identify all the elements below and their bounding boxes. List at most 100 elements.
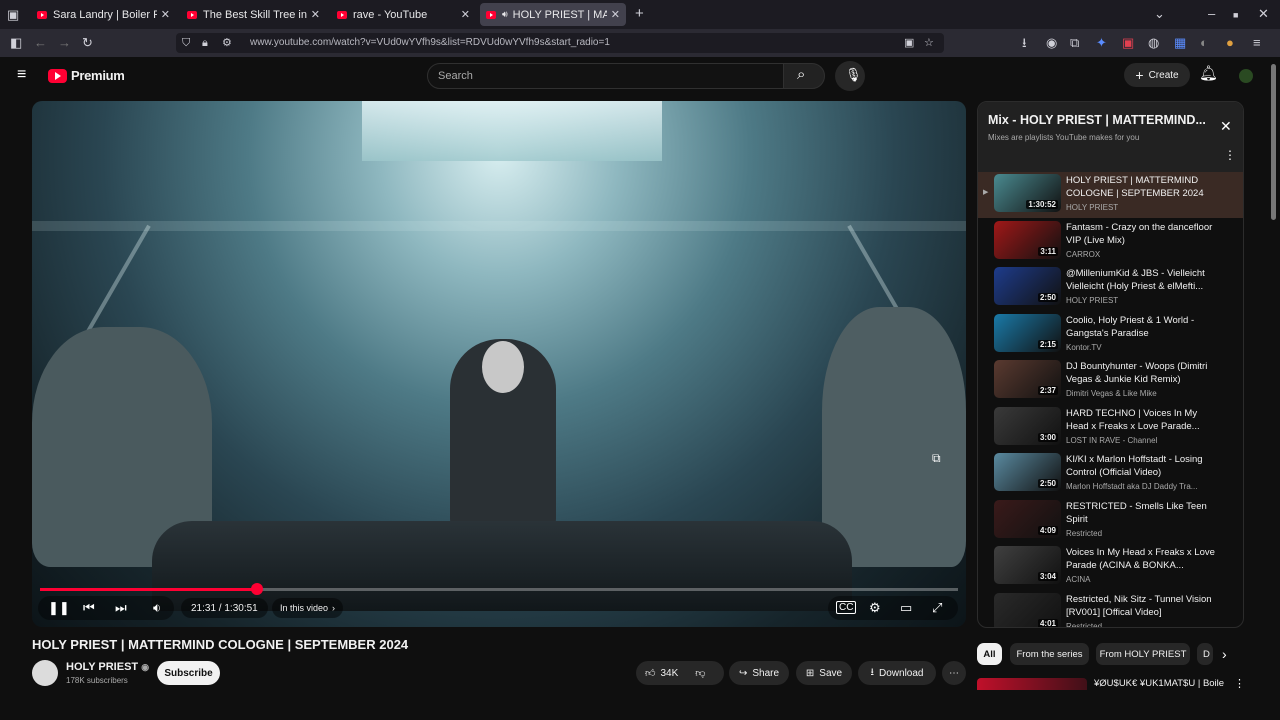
dislike-icon[interactable]: 👎︎ (695, 667, 705, 679)
playlist-item[interactable]: 2:15 Coolio, Holy Priest & 1 World - Gang… (978, 312, 1243, 358)
chip-from-channel[interactable]: From HOLY PRIEST (1096, 643, 1190, 665)
next-video-title[interactable]: ¥ØU$UK€ ¥UK1MAT$U | Boiler (1094, 678, 1224, 689)
bookmark-star-icon[interactable]: ☆ (924, 36, 934, 50)
permissions-icon[interactable]: ⚙ (222, 36, 232, 50)
playlist-thumbnail[interactable]: 2:15 (994, 313, 1061, 352)
extension-mask-icon[interactable]: ◍ (1148, 36, 1159, 50)
playlist-item[interactable]: 3:04 Voices In My Head x Freaks x Love Pa… (978, 544, 1243, 590)
playlist-item[interactable]: 2:50 KI/KI x Marlon Hoffstadt - Losing Co… (978, 451, 1243, 497)
more-vertical-icon[interactable]: ⋮ (1224, 148, 1236, 162)
chevron-right-icon[interactable]: › (1222, 647, 1227, 661)
like-count[interactable]: 34K (660, 668, 678, 679)
window-close-icon[interactable]: ✕ (1258, 7, 1269, 21)
channel-name[interactable]: HOLY PRIEST ◉ (66, 661, 149, 673)
extensions-puzzle-icon[interactable]: ⧉ (1070, 36, 1079, 50)
playlist-item-title: Restricted, Nik Sitz - Tunnel Vision [RV… (1066, 593, 1212, 618)
subscribe-button[interactable]: Subscribe (157, 661, 220, 685)
playlist-thumbnail[interactable]: 2:50 (994, 267, 1061, 305)
playlist-title[interactable]: Mix - HOLY PRIEST | MATTERMIND... (988, 113, 1210, 127)
chip-partial[interactable]: D (1197, 643, 1213, 665)
browser-tab-active[interactable]: 🔊︎ HOLY PRIEST | MATTER ✕ (480, 3, 626, 26)
tab-close-icon[interactable]: ✕ (461, 8, 470, 21)
playlist-thumbnail[interactable]: 2:37 (994, 360, 1061, 398)
voice-search-button[interactable]: 🎙︎ (835, 61, 865, 91)
search-input[interactable]: Search (427, 63, 784, 89)
downloads-icon[interactable]: ⭳ (1022, 36, 1027, 50)
playlist-item[interactable]: 3:00 HARD TECHNO | Voices In My Head x Fr… (978, 405, 1243, 451)
pause-icon[interactable]: ❚❚ (48, 601, 70, 615)
search-button[interactable]: ⌕ (783, 63, 825, 89)
settings-gear-icon[interactable]: ⚙ (869, 601, 881, 615)
browser-tab-bar: ▣ Sara Landry | Boiler Room: ✕ The Best … (0, 0, 1280, 29)
close-icon[interactable]: ✕ (1220, 119, 1232, 133)
speaker-icon[interactable]: 🔊︎ (502, 9, 508, 20)
youtube-premium-logo[interactable]: Premium (48, 68, 125, 83)
menu-icon[interactable]: ≡ (1253, 36, 1261, 50)
minimize-icon[interactable]: – (1208, 7, 1215, 21)
playlist-item-now-playing[interactable]: ▶ 1:30:52 HOLY PRIEST | MATTERMIND COLOGNE… (978, 172, 1243, 218)
playlist-thumbnail[interactable]: 1:30:52 (994, 174, 1061, 212)
tab-close-icon[interactable]: ✕ (311, 8, 320, 21)
playlist-thumbnail[interactable]: 3:11 (994, 220, 1061, 259)
chip-all[interactable]: All (977, 643, 1002, 665)
tab-overview-icon[interactable]: ▣ (7, 8, 19, 22)
extension-translate-icon[interactable]: ▦ (1174, 36, 1186, 50)
channel-avatar[interactable] (32, 660, 58, 686)
sidebar-toggle-icon[interactable]: ◧ (10, 36, 22, 50)
playlist-item[interactable]: 4:01 Restricted, Nik Sitz - Tunnel Vision… (978, 591, 1243, 627)
download-button[interactable]: ⭳ Download (858, 661, 936, 685)
account-avatar[interactable] (1239, 69, 1253, 83)
playlist-item[interactable]: 2:50 @MilleniumKid & JBS - Vielleicht Vie… (978, 265, 1243, 311)
video-player[interactable]: ⧉ (32, 101, 966, 627)
lock-icon[interactable]: 🔒︎ (202, 36, 208, 50)
next-icon[interactable]: ⏭︎ (115, 601, 127, 615)
extension-speaker-icon[interactable]: ◐ (1200, 36, 1208, 50)
playlist-item[interactable]: 2:37 DJ Bountyhunter - Woops (Dimitri Veg… (978, 358, 1243, 404)
playlist-thumbnail[interactable]: 4:01 (994, 592, 1061, 627)
tab-close-icon[interactable]: ✕ (161, 8, 170, 21)
forward-icon[interactable]: → (58, 36, 71, 50)
page-scrollbar[interactable] (1271, 64, 1276, 220)
browser-tab-2[interactable]: The Best Skill Tree in ARC R ✕ (181, 3, 326, 26)
volume-icon[interactable]: 🔉︎ (153, 601, 161, 615)
playlist-item[interactable]: 3:11 Fantasm - Crazy on the dancefloor VI… (978, 219, 1243, 265)
browser-tab-3[interactable]: rave - YouTube ✕ (331, 3, 476, 26)
tab-list-icon[interactable]: ⌄ (1154, 7, 1165, 21)
extension-red-icon[interactable]: ▣ (1122, 36, 1134, 50)
chip-from-series[interactable]: From the series (1010, 643, 1089, 665)
playlist-item[interactable]: 4:09 RESTRICTED - Smells Like Teen Spirit… (978, 498, 1243, 544)
back-icon[interactable]: ← (34, 36, 47, 50)
playlist-panel: Mix - HOLY PRIEST | MATTERMIND... Mixes … (977, 101, 1244, 628)
fullscreen-icon[interactable]: ⤢ (932, 601, 942, 615)
url-bar[interactable]: ⛉ 🔒︎ ⚙ www.youtube.com/watch?v=VUd0wYVfh… (176, 33, 944, 53)
like-icon[interactable]: 👍︎ (645, 667, 655, 679)
extension-blue-icon[interactable]: ✦ (1096, 36, 1107, 50)
playlist-thumbnail[interactable]: 3:04 (994, 546, 1061, 584)
shield-icon[interactable]: ⛉ (182, 36, 190, 50)
miniplayer-icon[interactable]: ⧉ (932, 451, 941, 465)
playlist-thumbnail[interactable]: 2:50 (994, 453, 1061, 491)
new-tab-button[interactable]: + (635, 6, 644, 21)
extension-color-icon[interactable]: ● (1226, 36, 1234, 50)
maximize-icon[interactable]: ■ (1233, 8, 1238, 22)
browser-tab-1[interactable]: Sara Landry | Boiler Room: ✕ (31, 3, 176, 26)
create-button[interactable]: + Create (1124, 63, 1190, 87)
previous-icon[interactable]: ⏮︎ (83, 601, 95, 615)
more-vertical-icon[interactable]: ⋮ (1234, 677, 1245, 691)
tab-close-icon[interactable]: ✕ (611, 8, 620, 21)
progress-bar[interactable] (40, 583, 958, 595)
chapters-button[interactable]: In this video › (272, 598, 344, 618)
captions-icon[interactable]: CC (836, 601, 857, 614)
picture-in-picture-icon[interactable]: ▣ (904, 36, 914, 50)
more-actions-button[interactable]: ⋯ (942, 661, 966, 685)
hamburger-menu-icon[interactable]: ≡ (17, 67, 26, 83)
notifications-bell-icon[interactable]: 🔔︎ (1199, 66, 1218, 81)
next-video-thumbnail[interactable] (977, 678, 1087, 690)
extension-icon[interactable]: ◉ (1046, 36, 1057, 50)
theater-mode-icon[interactable]: ▭ (900, 601, 912, 615)
share-button[interactable]: ↪ Share (729, 661, 789, 685)
reload-icon[interactable]: ↻ (82, 36, 93, 50)
playlist-thumbnail[interactable]: 3:00 (994, 406, 1061, 445)
playlist-thumbnail[interactable]: 4:09 (994, 499, 1061, 538)
save-button[interactable]: ⊞ Save (796, 661, 852, 685)
